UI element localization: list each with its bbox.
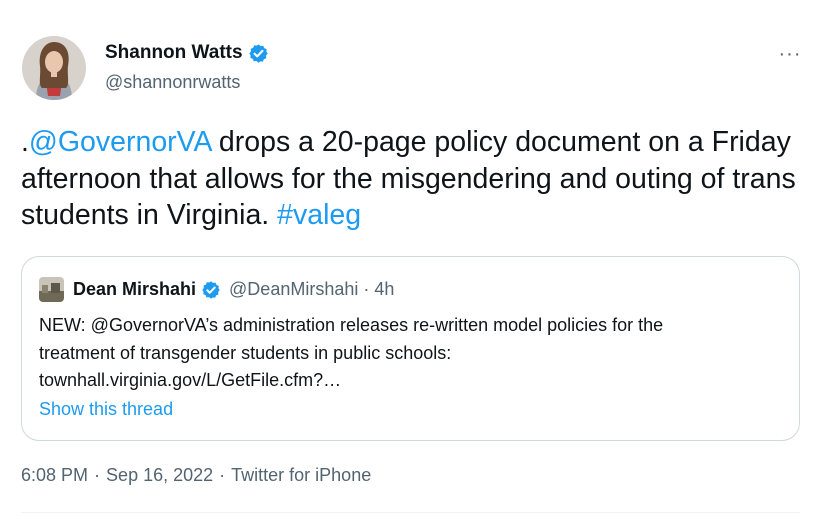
tweet-source[interactable]: Twitter for iPhone: [231, 465, 371, 486]
mention-link[interactable]: @GovernorVA: [29, 126, 211, 158]
divider: [21, 512, 800, 513]
author-avatar[interactable]: [22, 36, 86, 100]
quote-separator: ·: [363, 279, 370, 299]
meta-separator: ·: [219, 465, 226, 485]
quote-avatar-photo: [39, 277, 64, 302]
quote-tweet-card[interactable]: Dean Mirshahi @DeanMirshahi · 4h NEW: @G…: [21, 256, 800, 441]
tweet-time[interactable]: 6:08 PM: [21, 465, 88, 486]
quote-text-line: NEW: @GovernorVA’s administration releas…: [39, 315, 664, 335]
tweet-date[interactable]: Sep 16, 2022: [106, 465, 213, 486]
author-name[interactable]: Shannon Watts: [105, 42, 243, 64]
quote-text: NEW: @GovernorVA’s administration releas…: [39, 312, 784, 395]
quote-header: Dean Mirshahi @DeanMirshahi · 4h: [39, 277, 394, 302]
author-handle[interactable]: @shannonrwatts: [105, 71, 240, 93]
author-name-row: Shannon Watts: [105, 42, 269, 64]
hashtag-link[interactable]: #valeg: [277, 199, 361, 231]
avatar-photo: [22, 36, 86, 100]
quote-text-line: treatment of transgender students in pub…: [39, 342, 452, 363]
tweet-meta: 6:08 PM · Sep 16, 2022 · Twitter for iPh…: [21, 465, 371, 486]
show-thread-link[interactable]: Show this thread: [39, 399, 173, 420]
quote-avatar[interactable]: [39, 277, 64, 302]
meta-separator: ·: [94, 465, 101, 485]
quote-author-name[interactable]: Dean Mirshahi: [73, 279, 196, 300]
quote-text-line: townhall.virginia.gov/L/GetFile.cfm?…: [39, 370, 342, 390]
tweet-prefix: .: [21, 126, 29, 158]
quote-verified-badge-icon: [202, 280, 220, 299]
more-options-button[interactable]: ···: [772, 40, 808, 68]
quote-author-handle[interactable]: @DeanMirshahi: [229, 279, 358, 300]
tweet-text: .@GovernorVA drops a 20-page policy docu…: [21, 124, 801, 234]
tweet: Shannon Watts @shannonrwatts ··· .@Gover…: [0, 0, 823, 519]
verified-badge-icon: [248, 43, 268, 63]
quote-timestamp[interactable]: 4h: [374, 279, 394, 300]
